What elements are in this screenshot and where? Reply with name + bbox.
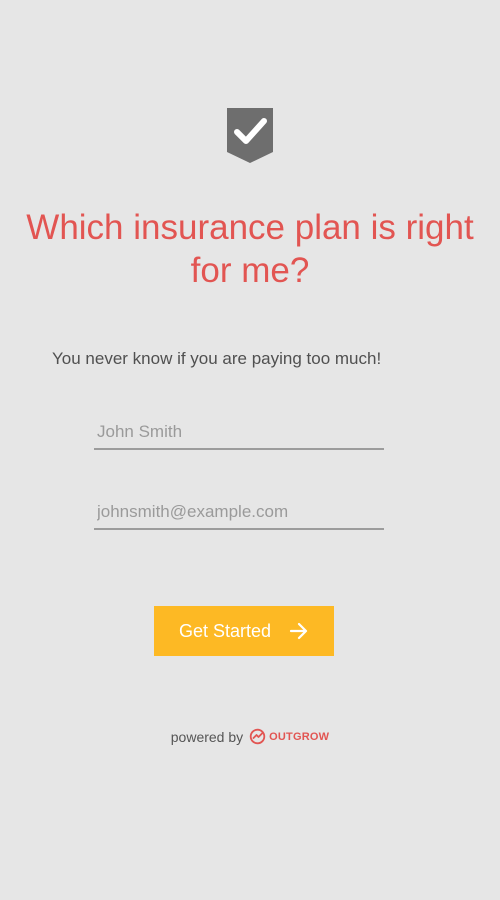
- get-started-button[interactable]: Get Started: [154, 606, 334, 656]
- email-field[interactable]: [94, 496, 384, 530]
- powered-by-footer: powered by OUTGROW: [0, 728, 500, 745]
- shield-check-icon: [227, 108, 273, 163]
- powered-by-label: powered by: [170, 728, 244, 745]
- arrow-right-icon: [289, 622, 308, 640]
- name-field[interactable]: [94, 416, 384, 450]
- outgrow-brand-link[interactable]: OUTGROW: [249, 728, 329, 745]
- get-started-label: Get Started: [178, 620, 272, 641]
- page-title: Which insurance plan is right for me?: [26, 208, 474, 290]
- outgrow-brand-name: OUTGROW: [269, 730, 330, 743]
- outgrow-logo-icon: [249, 728, 266, 745]
- page-subtitle: You never know if you are paying too muc…: [52, 349, 382, 368]
